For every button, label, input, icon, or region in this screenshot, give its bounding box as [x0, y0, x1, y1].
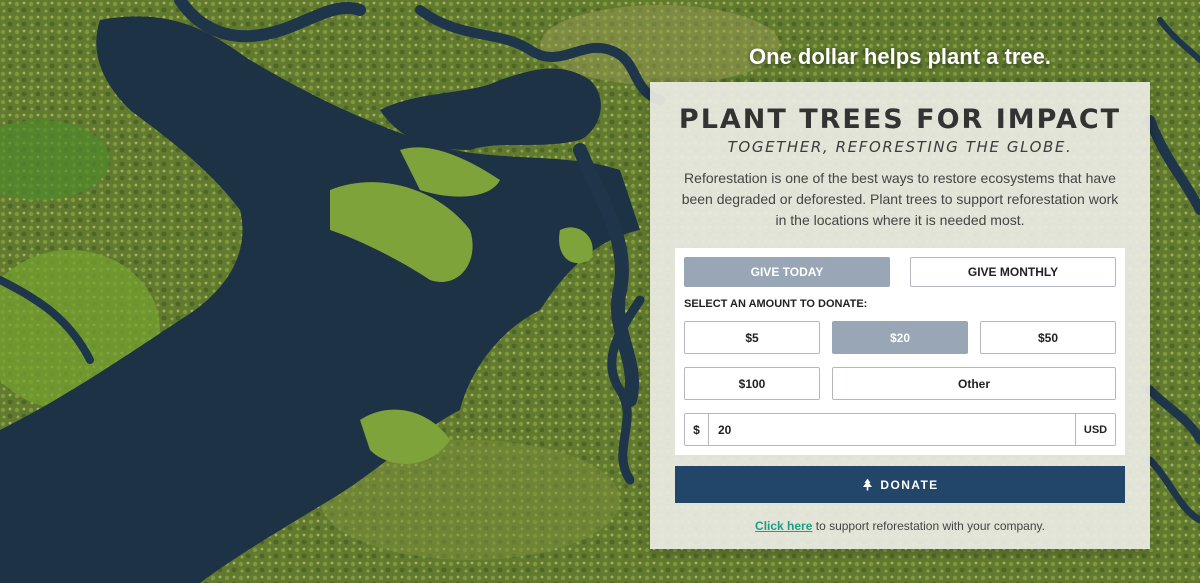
headline: One dollar helps plant a tree.	[749, 44, 1051, 69]
donation-form: GIVE TODAY GIVE MONTHLY SELECT AN AMOUNT…	[675, 248, 1125, 455]
amount-other-button[interactable]: Other	[832, 367, 1116, 400]
currency-code: USD	[1075, 414, 1115, 445]
click-here-link[interactable]: Click here	[755, 519, 812, 533]
currency-prefix: $	[685, 414, 709, 445]
corporate-footer: Click here to support reforestation with…	[650, 519, 1150, 533]
amount-5-button[interactable]: $5	[684, 321, 820, 354]
amount-50-button[interactable]: $50	[980, 321, 1116, 354]
donation-card: PLANT TREES FOR IMPACT TOGETHER, REFORES…	[650, 82, 1150, 549]
give-monthly-tab[interactable]: GIVE MONTHLY	[910, 257, 1116, 287]
footer-text: to support reforestation with your compa…	[812, 519, 1045, 533]
amount-input[interactable]	[709, 414, 1075, 445]
card-description: Reforestation is one of the best ways to…	[681, 170, 1119, 228]
card-title: PLANT TREES FOR IMPACT	[678, 104, 1122, 135]
custom-amount-field: $ USD	[684, 413, 1116, 446]
donate-label: DONATE	[880, 477, 939, 492]
amount-20-button[interactable]: $20	[832, 321, 968, 354]
donate-button[interactable]: DONATE	[675, 466, 1125, 503]
card-subtitle: TOGETHER, REFORESTING THE GLOBE.	[727, 138, 1073, 156]
amount-100-button[interactable]: $100	[684, 367, 820, 400]
tree-icon	[861, 478, 874, 491]
amount-label: SELECT AN AMOUNT TO DONATE:	[684, 298, 868, 310]
give-today-tab[interactable]: GIVE TODAY	[684, 257, 890, 287]
